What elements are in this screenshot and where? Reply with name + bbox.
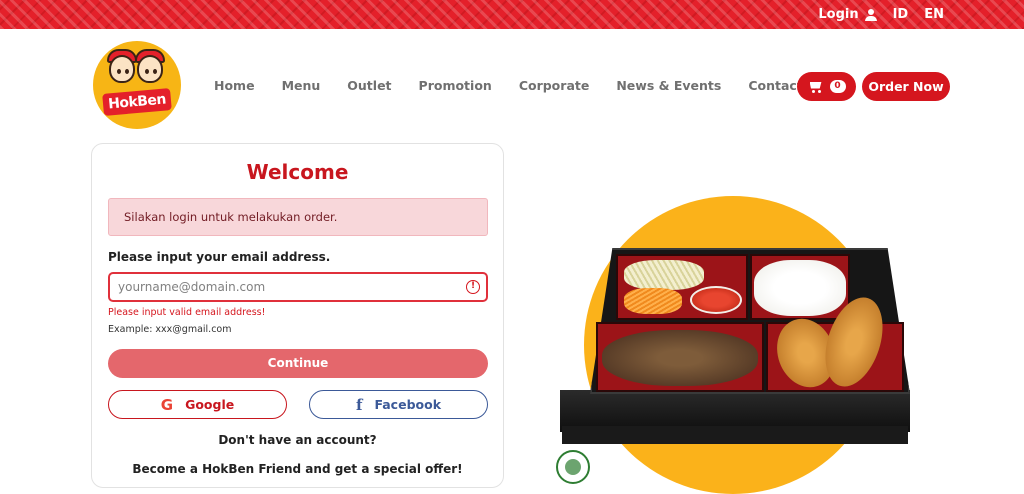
login-label[interactable]: Login — [818, 7, 858, 22]
google-label: Google — [185, 397, 235, 412]
logo-mascot-eye — [153, 69, 157, 74]
login-link[interactable]: Login — [818, 7, 877, 22]
email-example-hint: Example: xxx@gmail.com — [108, 324, 232, 335]
top-bar: Login ID EN — [0, 0, 1024, 29]
facebook-label: Facebook — [374, 397, 442, 412]
logo-mascot-eye — [145, 69, 149, 74]
logo-mascot-face-left — [109, 55, 135, 83]
food-cabbage — [624, 260, 704, 290]
email-error: Please input valid email address! — [108, 307, 266, 318]
account-links: Login ID EN — [818, 0, 944, 29]
login-title: Welcome — [246, 160, 349, 184]
food-rice — [754, 260, 846, 316]
language-en[interactable]: EN — [924, 7, 944, 22]
user-icon[interactable] — [864, 8, 877, 21]
bento-box-lid — [562, 426, 908, 444]
nav-item-outlet[interactable]: Outlet — [347, 78, 391, 93]
shopping-cart-icon — [808, 81, 823, 93]
google-icon: G — [160, 395, 174, 414]
nav-item-corporate[interactable]: Corporate — [519, 78, 590, 93]
food-beef-teriyaki — [602, 330, 758, 386]
halal-badge-icon — [556, 450, 590, 484]
logo-mascot-face-right — [137, 55, 163, 83]
no-account-text: Don't have an account? — [218, 433, 377, 447]
facebook-icon: f — [355, 395, 363, 414]
nav-item-promotion[interactable]: Promotion — [419, 78, 492, 93]
logo-mascot-eye — [125, 69, 129, 74]
cart-button[interactable]: 0 — [797, 72, 856, 101]
hero-bento-image — [540, 190, 960, 494]
nav-item-home[interactable]: Home — [214, 78, 255, 93]
email-label: Please input your email address. — [108, 250, 331, 264]
login-card: Welcome Silakan login untuk melakukan or… — [91, 143, 504, 488]
order-now-button[interactable]: Order Now — [862, 72, 950, 101]
login-alert: Silakan login untuk melakukan order. — [108, 198, 488, 236]
facebook-login-button[interactable]: f Facebook — [309, 390, 488, 419]
hokben-logo[interactable]: HokBen — [93, 41, 181, 129]
warning-icon: ! — [466, 280, 480, 294]
nav-item-news-events[interactable]: News & Events — [616, 78, 721, 93]
nav-item-menu[interactable]: Menu — [282, 78, 321, 93]
food-carrot — [624, 288, 682, 314]
food-sauce-cup — [690, 286, 742, 314]
logo-mascot-eye — [117, 69, 121, 74]
logo-wordmark: HokBen — [102, 88, 172, 116]
language-id[interactable]: ID — [893, 7, 909, 22]
continue-button[interactable]: Continue — [108, 349, 488, 378]
register-promo-text: Become a HokBen Friend and get a special… — [132, 462, 463, 476]
google-login-button[interactable]: G Google — [108, 390, 287, 419]
email-input[interactable] — [108, 272, 488, 302]
main-nav: Home Menu Outlet Promotion Corporate New… — [214, 78, 852, 93]
cart-count-badge: 0 — [829, 80, 846, 93]
